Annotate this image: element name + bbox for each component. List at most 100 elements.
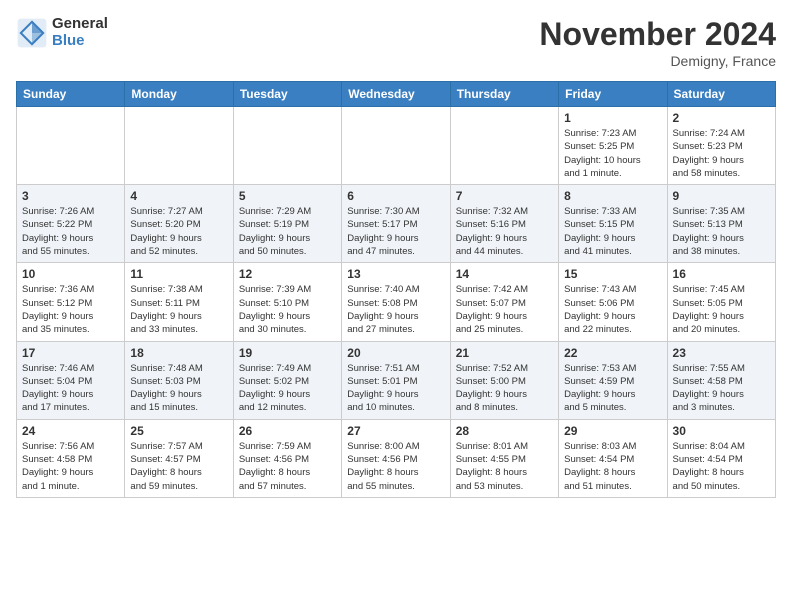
calendar-cell: 30 Sunrise: 8:04 AM Sunset: 4:54 PM Dayli…	[667, 419, 775, 497]
calendar-cell: 28 Sunrise: 8:01 AM Sunset: 4:55 PM Dayli…	[450, 419, 558, 497]
day-number: 17	[22, 346, 119, 360]
calendar-cell	[450, 107, 558, 185]
calendar-cell: 22 Sunrise: 7:53 AM Sunset: 4:59 PM Dayli…	[559, 341, 667, 419]
weekday-header-tuesday: Tuesday	[233, 82, 341, 107]
day-number: 11	[130, 267, 227, 281]
day-number: 19	[239, 346, 336, 360]
day-number: 29	[564, 424, 661, 438]
calendar-cell: 29 Sunrise: 8:03 AM Sunset: 4:54 PM Dayli…	[559, 419, 667, 497]
calendar-cell: 7Sunrise: 7:32 AM Sunset: 5:16 PM Daylig…	[450, 185, 558, 263]
calendar-cell: 21 Sunrise: 7:52 AM Sunset: 5:00 PM Dayli…	[450, 341, 558, 419]
calendar-cell: 1 Sunrise: 7:23 AM Sunset: 5:25 PM Daylig…	[559, 107, 667, 185]
day-info: Sunrise: 7:55 AM Sunset: 4:58 PM Dayligh…	[673, 362, 770, 415]
day-info: Sunrise: 7:40 AM Sunset: 5:08 PM Dayligh…	[347, 283, 444, 336]
day-info: Sunrise: 7:38 AM Sunset: 5:11 PM Dayligh…	[130, 283, 227, 336]
day-number: 14	[456, 267, 553, 281]
calendar-cell: 9Sunrise: 7:35 AM Sunset: 5:13 PM Daylig…	[667, 185, 775, 263]
calendar-cell: 10Sunrise: 7:36 AM Sunset: 5:12 PM Dayli…	[17, 263, 125, 341]
day-info: Sunrise: 7:46 AM Sunset: 5:04 PM Dayligh…	[22, 362, 119, 415]
day-info: Sunrise: 7:26 AM Sunset: 5:22 PM Dayligh…	[22, 205, 119, 258]
day-info: Sunrise: 7:27 AM Sunset: 5:20 PM Dayligh…	[130, 205, 227, 258]
day-info: Sunrise: 7:52 AM Sunset: 5:00 PM Dayligh…	[456, 362, 553, 415]
calendar-cell: 4 Sunrise: 7:27 AM Sunset: 5:20 PM Daylig…	[125, 185, 233, 263]
day-number: 28	[456, 424, 553, 438]
day-number: 15	[564, 267, 661, 281]
calendar-cell: 6Sunrise: 7:30 AM Sunset: 5:17 PM Daylig…	[342, 185, 450, 263]
day-info: Sunrise: 7:57 AM Sunset: 4:57 PM Dayligh…	[130, 440, 227, 493]
calendar-cell: 5 Sunrise: 7:29 AM Sunset: 5:19 PM Daylig…	[233, 185, 341, 263]
calendar-cell: 20Sunrise: 7:51 AM Sunset: 5:01 PM Dayli…	[342, 341, 450, 419]
weekday-header-sunday: Sunday	[17, 82, 125, 107]
day-info: Sunrise: 7:59 AM Sunset: 4:56 PM Dayligh…	[239, 440, 336, 493]
logo-blue: Blue	[52, 33, 108, 50]
day-number: 8	[564, 189, 661, 203]
calendar-cell: 23 Sunrise: 7:55 AM Sunset: 4:58 PM Dayli…	[667, 341, 775, 419]
calendar-cell: 15 Sunrise: 7:43 AM Sunset: 5:06 PM Dayli…	[559, 263, 667, 341]
day-info: Sunrise: 7:23 AM Sunset: 5:25 PM Dayligh…	[564, 127, 661, 180]
calendar-cell	[342, 107, 450, 185]
day-info: Sunrise: 7:33 AM Sunset: 5:15 PM Dayligh…	[564, 205, 661, 258]
day-number: 12	[239, 267, 336, 281]
day-number: 21	[456, 346, 553, 360]
day-info: Sunrise: 8:00 AM Sunset: 4:56 PM Dayligh…	[347, 440, 444, 493]
weekday-header-saturday: Saturday	[667, 82, 775, 107]
logo: General Blue	[16, 16, 108, 49]
day-info: Sunrise: 8:04 AM Sunset: 4:54 PM Dayligh…	[673, 440, 770, 493]
calendar-cell: 24 Sunrise: 7:56 AM Sunset: 4:58 PM Dayli…	[17, 419, 125, 497]
calendar-cell: 12 Sunrise: 7:39 AM Sunset: 5:10 PM Dayli…	[233, 263, 341, 341]
day-number: 2	[673, 111, 770, 125]
page-header: General Blue November 2024 Demigny, Fran…	[16, 16, 776, 69]
calendar-table: SundayMondayTuesdayWednesdayThursdayFrid…	[16, 81, 776, 498]
day-info: Sunrise: 7:24 AM Sunset: 5:23 PM Dayligh…	[673, 127, 770, 180]
calendar-cell: 19 Sunrise: 7:49 AM Sunset: 5:02 PM Dayli…	[233, 341, 341, 419]
day-number: 26	[239, 424, 336, 438]
calendar-cell	[17, 107, 125, 185]
day-number: 13	[347, 267, 444, 281]
day-number: 23	[673, 346, 770, 360]
day-number: 24	[22, 424, 119, 438]
day-number: 30	[673, 424, 770, 438]
calendar-cell: 11 Sunrise: 7:38 AM Sunset: 5:11 PM Dayli…	[125, 263, 233, 341]
day-number: 4	[130, 189, 227, 203]
day-info: Sunrise: 7:36 AM Sunset: 5:12 PM Dayligh…	[22, 283, 119, 336]
day-info: Sunrise: 7:43 AM Sunset: 5:06 PM Dayligh…	[564, 283, 661, 336]
day-number: 27	[347, 424, 444, 438]
day-number: 6	[347, 189, 444, 203]
day-info: Sunrise: 7:39 AM Sunset: 5:10 PM Dayligh…	[239, 283, 336, 336]
day-info: Sunrise: 8:03 AM Sunset: 4:54 PM Dayligh…	[564, 440, 661, 493]
calendar-cell	[233, 107, 341, 185]
logo-icon	[16, 17, 48, 49]
calendar-week-4: 17 Sunrise: 7:46 AM Sunset: 5:04 PM Dayli…	[17, 341, 776, 419]
weekday-header-wednesday: Wednesday	[342, 82, 450, 107]
logo-text: General Blue	[52, 16, 108, 49]
calendar-week-2: 3Sunrise: 7:26 AM Sunset: 5:22 PM Daylig…	[17, 185, 776, 263]
calendar-cell: 18Sunrise: 7:48 AM Sunset: 5:03 PM Dayli…	[125, 341, 233, 419]
day-number: 5	[239, 189, 336, 203]
weekday-header-thursday: Thursday	[450, 82, 558, 107]
day-number: 22	[564, 346, 661, 360]
day-info: Sunrise: 8:01 AM Sunset: 4:55 PM Dayligh…	[456, 440, 553, 493]
calendar-week-3: 10Sunrise: 7:36 AM Sunset: 5:12 PM Dayli…	[17, 263, 776, 341]
day-number: 1	[564, 111, 661, 125]
calendar-week-5: 24 Sunrise: 7:56 AM Sunset: 4:58 PM Dayli…	[17, 419, 776, 497]
calendar-cell: 16Sunrise: 7:45 AM Sunset: 5:05 PM Dayli…	[667, 263, 775, 341]
day-info: Sunrise: 7:56 AM Sunset: 4:58 PM Dayligh…	[22, 440, 119, 493]
day-number: 20	[347, 346, 444, 360]
weekday-header-friday: Friday	[559, 82, 667, 107]
day-info: Sunrise: 7:29 AM Sunset: 5:19 PM Dayligh…	[239, 205, 336, 258]
calendar-cell: 2 Sunrise: 7:24 AM Sunset: 5:23 PM Daylig…	[667, 107, 775, 185]
day-number: 18	[130, 346, 227, 360]
day-info: Sunrise: 7:45 AM Sunset: 5:05 PM Dayligh…	[673, 283, 770, 336]
calendar-header-row: SundayMondayTuesdayWednesdayThursdayFrid…	[17, 82, 776, 107]
day-info: Sunrise: 7:42 AM Sunset: 5:07 PM Dayligh…	[456, 283, 553, 336]
day-info: Sunrise: 7:49 AM Sunset: 5:02 PM Dayligh…	[239, 362, 336, 415]
calendar-cell: 3Sunrise: 7:26 AM Sunset: 5:22 PM Daylig…	[17, 185, 125, 263]
calendar-cell: 13 Sunrise: 7:40 AM Sunset: 5:08 PM Dayli…	[342, 263, 450, 341]
day-number: 25	[130, 424, 227, 438]
calendar-cell	[125, 107, 233, 185]
calendar-week-1: 1 Sunrise: 7:23 AM Sunset: 5:25 PM Daylig…	[17, 107, 776, 185]
day-info: Sunrise: 7:53 AM Sunset: 4:59 PM Dayligh…	[564, 362, 661, 415]
calendar-cell: 8 Sunrise: 7:33 AM Sunset: 5:15 PM Daylig…	[559, 185, 667, 263]
calendar-cell: 26 Sunrise: 7:59 AM Sunset: 4:56 PM Dayli…	[233, 419, 341, 497]
title-block: November 2024 Demigny, France	[539, 16, 776, 69]
